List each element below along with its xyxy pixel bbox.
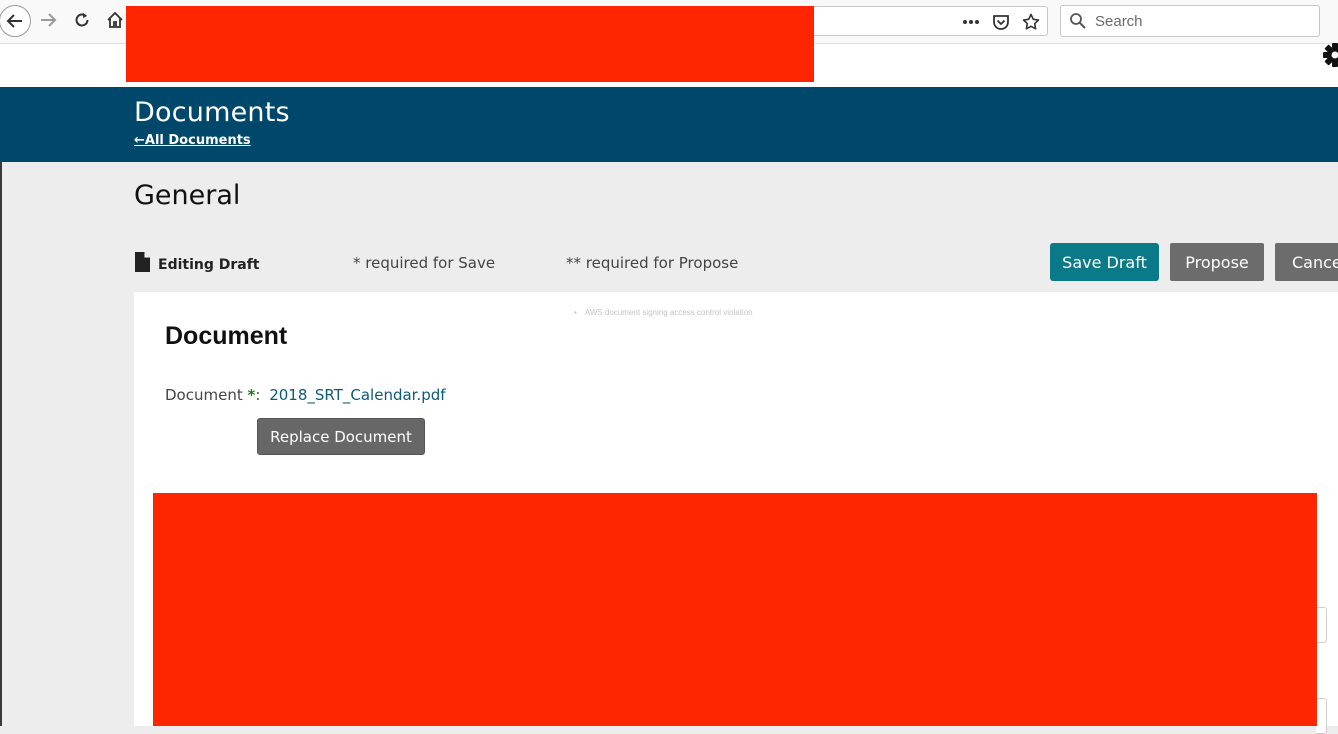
back-arrow-icon xyxy=(6,12,24,30)
home-button[interactable] xyxy=(101,6,129,34)
editing-draft-label: Editing Draft xyxy=(158,257,260,273)
faint-note: AWS document signing access control viol… xyxy=(574,308,753,317)
browser-search-bar[interactable] xyxy=(1060,5,1320,37)
page-actions-menu[interactable] xyxy=(959,10,983,34)
document-heading: Document xyxy=(165,322,287,351)
settings-button[interactable] xyxy=(1320,40,1338,74)
search-icon xyxy=(1061,12,1095,30)
redacted-region xyxy=(153,493,1317,726)
save-draft-button[interactable]: Save Draft xyxy=(1050,243,1159,281)
document-field-colon: : xyxy=(255,386,260,404)
gear-icon xyxy=(1320,40,1338,70)
page-title: Documents xyxy=(134,97,290,128)
star-icon xyxy=(1022,13,1040,31)
ellipsis-icon xyxy=(962,19,980,25)
required-propose-note: ** required for Propose xyxy=(566,254,738,272)
replace-document-button[interactable]: Replace Document xyxy=(257,418,425,455)
redacted-region xyxy=(126,6,814,82)
document-icon xyxy=(134,252,150,272)
required-save-note: * required for Save xyxy=(353,254,495,272)
bookmark-button[interactable] xyxy=(1019,10,1043,34)
home-icon xyxy=(106,11,124,29)
propose-button[interactable]: Propose xyxy=(1170,243,1264,281)
forward-arrow-icon xyxy=(39,11,57,29)
all-documents-link[interactable]: ←All Documents xyxy=(134,133,251,148)
forward-button[interactable] xyxy=(34,6,62,34)
section-title: General xyxy=(134,180,240,211)
offscreen-input-edge[interactable] xyxy=(1316,607,1327,643)
cancel-button[interactable]: Cancel xyxy=(1275,243,1338,281)
page-header: Documents ←All Documents xyxy=(0,87,1338,162)
document-file-link[interactable]: 2018_SRT_Calendar.pdf xyxy=(269,386,445,404)
back-button[interactable] xyxy=(0,5,31,37)
document-field-label: Document xyxy=(165,386,247,404)
document-field: Document *: 2018_SRT_Calendar.pdf xyxy=(165,386,446,404)
reload-icon xyxy=(73,11,91,29)
search-input[interactable] xyxy=(1095,13,1305,30)
offscreen-input-edge[interactable] xyxy=(1316,698,1327,734)
pocket-icon xyxy=(992,13,1010,31)
pocket-button[interactable] xyxy=(989,10,1013,34)
reload-button[interactable] xyxy=(68,6,96,34)
